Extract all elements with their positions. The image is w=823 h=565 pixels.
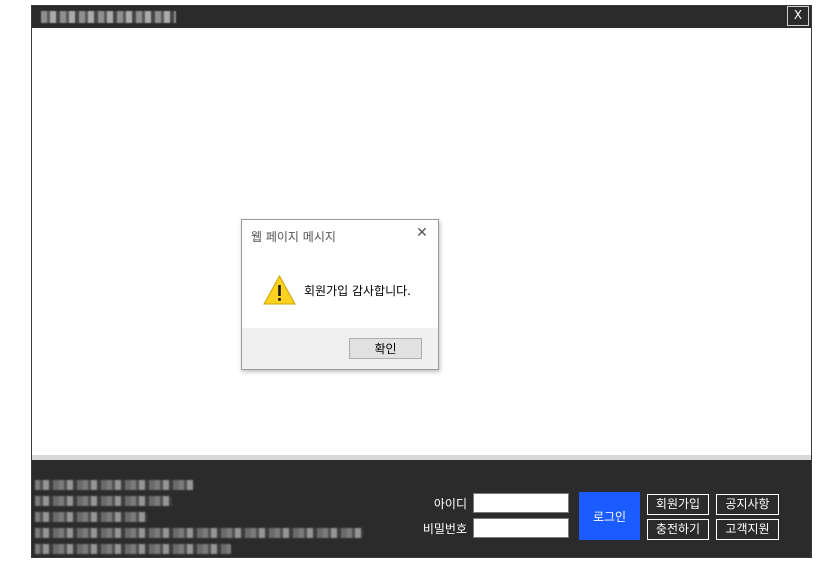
footer-info-obscured-1 xyxy=(35,480,193,490)
dialog-close-icon[interactable]: ✕ xyxy=(415,226,429,240)
signup-button[interactable]: 회원가입 xyxy=(647,494,709,515)
footer-info-obscured-2 xyxy=(35,496,172,506)
message-dialog: 웹 페이지 메시지 ✕ 회원가입 감사합니다. 확인 xyxy=(241,219,439,370)
title-bar[interactable]: X xyxy=(32,6,811,28)
charge-button[interactable]: 충전하기 xyxy=(647,519,709,540)
footer-info-obscured-4 xyxy=(35,528,363,538)
login-footer: 아이디 비밀번호 로그인 회원가입 공지사항 충전하기 고객지원 xyxy=(32,460,811,557)
notice-button[interactable]: 공지사항 xyxy=(716,494,779,515)
footer-info-obscured-5 xyxy=(35,544,231,554)
warning-icon xyxy=(263,275,296,305)
window-title-obscured xyxy=(41,11,176,23)
id-input[interactable] xyxy=(473,493,569,513)
ok-button[interactable]: 확인 xyxy=(349,338,422,359)
password-label: 비밀번호 xyxy=(422,522,467,536)
id-label: 아이디 xyxy=(433,497,467,511)
window-close-button[interactable]: X xyxy=(787,6,809,26)
dialog-button-bar: 확인 xyxy=(242,328,438,369)
dialog-title: 웹 페이지 메시지 xyxy=(251,230,336,244)
login-button[interactable]: 로그인 xyxy=(579,492,640,540)
password-input[interactable] xyxy=(473,518,569,538)
support-button[interactable]: 고객지원 xyxy=(716,519,779,540)
dialog-message: 회원가입 감사합니다. xyxy=(304,284,411,298)
footer-info-obscured-3 xyxy=(35,512,147,522)
